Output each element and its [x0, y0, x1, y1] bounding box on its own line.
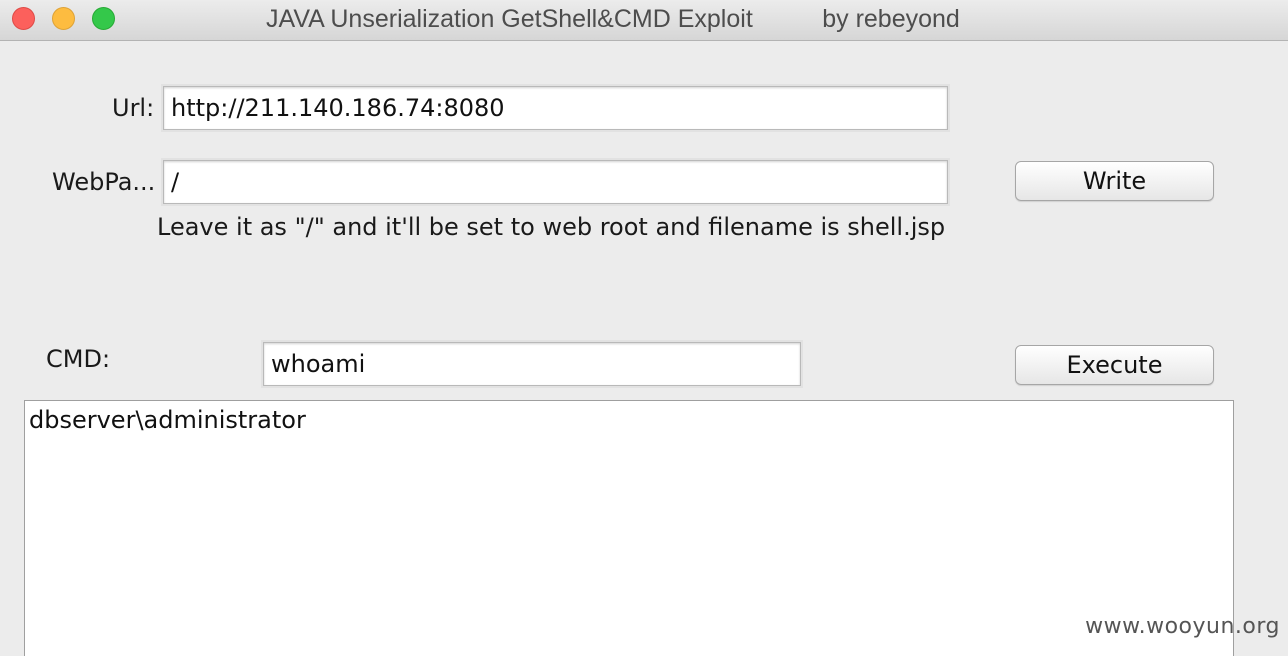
output-textarea[interactable]: dbserver\administrator	[24, 400, 1234, 656]
webpath-hint: Leave it as "/" and it'll be set to web …	[157, 213, 946, 241]
execute-button[interactable]: Execute	[1015, 345, 1214, 385]
url-input[interactable]	[163, 86, 948, 130]
minimize-icon[interactable]	[52, 7, 75, 30]
cmd-label: CMD:	[46, 345, 111, 373]
title-bar: JAVA Unserialization GetShell&CMD Exploi…	[0, 0, 1288, 41]
window-title: JAVA Unserialization GetShell&CMD Exploi…	[266, 5, 960, 33]
webpath-input[interactable]	[163, 160, 948, 204]
close-icon[interactable]	[12, 7, 35, 30]
watermark: www.wooyun.org	[1085, 614, 1280, 639]
url-label: Url:	[112, 94, 155, 122]
app-window: JAVA Unserialization GetShell&CMD Exploi…	[0, 0, 1288, 656]
write-button[interactable]: Write	[1015, 161, 1214, 201]
zoom-icon[interactable]	[92, 7, 115, 30]
webpath-label: WebPa...	[52, 168, 156, 196]
cmd-input[interactable]	[263, 342, 801, 386]
